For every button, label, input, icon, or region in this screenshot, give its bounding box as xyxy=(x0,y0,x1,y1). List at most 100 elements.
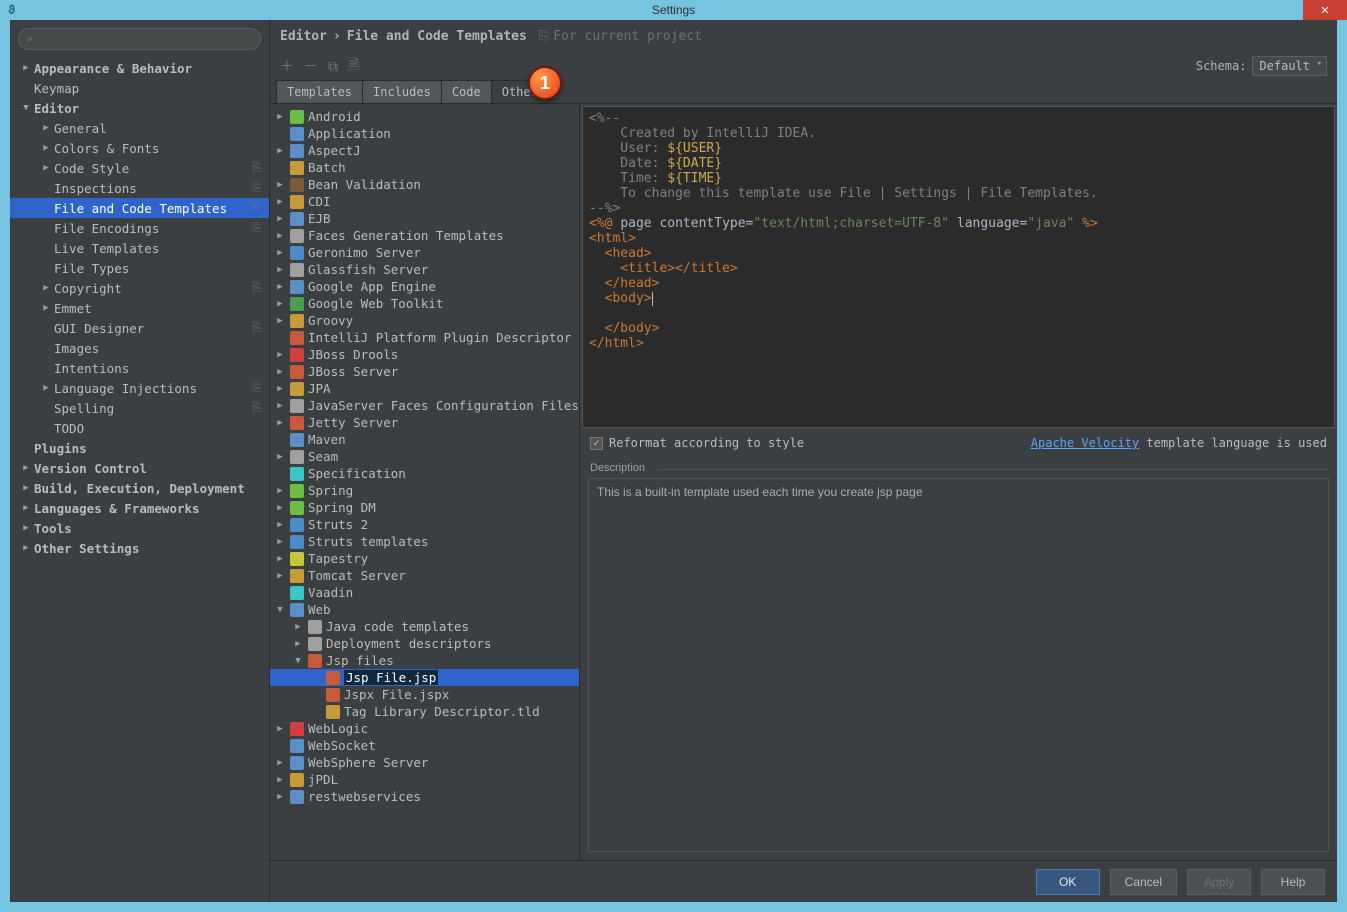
template-item[interactable]: ▶Tomcat Server xyxy=(270,567,579,584)
tab-code[interactable]: Code xyxy=(441,80,492,103)
schema-label: Schema: xyxy=(1196,59,1247,73)
template-item[interactable]: ▶JavaServer Faces Configuration Files xyxy=(270,397,579,414)
sidebar-item[interactable]: ▶Emmet xyxy=(10,298,269,318)
template-item[interactable]: ▶JPA xyxy=(270,380,579,397)
template-item[interactable]: ▼Jsp files xyxy=(270,652,579,669)
template-item[interactable]: Application xyxy=(270,125,579,142)
template-item[interactable]: ▶jPDL xyxy=(270,771,579,788)
template-item[interactable]: WebSocket xyxy=(270,737,579,754)
sidebar-item[interactable]: ▶Code Style⎘ xyxy=(10,158,269,178)
template-item[interactable]: ▶Jetty Server xyxy=(270,414,579,431)
template-item[interactable]: ▶JBoss Server xyxy=(270,363,579,380)
template-item[interactable]: ▶Tapestry xyxy=(270,550,579,567)
sidebar-item[interactable]: Spelling⎘ xyxy=(10,398,269,418)
code-editor[interactable]: <%-- Created by IntelliJ IDEA. User: ${U… xyxy=(582,106,1335,428)
callout-badge: 1 xyxy=(528,66,562,100)
sidebar-item[interactable]: ▶Copyright⎘ xyxy=(10,278,269,298)
template-item[interactable]: ▶Spring DM xyxy=(270,499,579,516)
copy-icon[interactable]: ⧉ xyxy=(328,58,338,75)
sidebar-item[interactable]: Live Templates xyxy=(10,238,269,258)
project-scope-icon: ⎘ xyxy=(252,161,261,175)
template-item[interactable]: IntelliJ Platform Plugin Descriptor xyxy=(270,329,579,346)
template-item[interactable]: ▶restwebservices xyxy=(270,788,579,805)
sidebar-item[interactable]: File and Code Templates⎘ xyxy=(10,198,269,218)
breadcrumb-a: Editor xyxy=(280,29,327,44)
sidebar-item[interactable]: TODO xyxy=(10,418,269,438)
template-item[interactable]: ▶Groovy xyxy=(270,312,579,329)
template-item[interactable]: Tag Library Descriptor.tld xyxy=(270,703,579,720)
project-scope-icon: ⎘ xyxy=(252,281,261,295)
sidebar-item[interactable]: ▶Colors & Fonts xyxy=(10,138,269,158)
sidebar-item[interactable]: Intentions xyxy=(10,358,269,378)
template-tree[interactable]: ▶AndroidApplication▶AspectJBatch▶Bean Va… xyxy=(270,104,580,860)
template-item[interactable]: ▼Web xyxy=(270,601,579,618)
template-item[interactable]: ▶Seam xyxy=(270,448,579,465)
sidebar-item[interactable]: File Types xyxy=(10,258,269,278)
ok-button[interactable]: OK xyxy=(1036,869,1100,895)
template-item[interactable]: ▶AspectJ xyxy=(270,142,579,159)
reformat-checkbox[interactable]: ✓ xyxy=(590,437,603,450)
sidebar-item[interactable]: ▶Appearance & Behavior xyxy=(10,58,269,78)
file-type-icon xyxy=(290,739,304,753)
sidebar-item[interactable]: ▶Languages & Frameworks xyxy=(10,498,269,518)
schema-dropdown[interactable]: Default xyxy=(1252,56,1327,76)
template-item[interactable]: ▶Spring xyxy=(270,482,579,499)
template-item[interactable]: ▶Glassfish Server xyxy=(270,261,579,278)
file-type-icon xyxy=(290,144,304,158)
file-type-icon xyxy=(290,722,304,736)
tab-includes[interactable]: Includes xyxy=(362,80,442,103)
template-item[interactable]: ▶Struts templates xyxy=(270,533,579,550)
sidebar-item[interactable]: ▶Language Injections⎘ xyxy=(10,378,269,398)
sidebar-item[interactable]: Plugins xyxy=(10,438,269,458)
template-item[interactable]: ▶WebSphere Server xyxy=(270,754,579,771)
template-item[interactable]: ▶WebLogic xyxy=(270,720,579,737)
sidebar-item[interactable]: Keymap xyxy=(10,78,269,98)
file-type-icon xyxy=(290,314,304,328)
project-scope-icon: ⎘ xyxy=(252,181,261,195)
template-item[interactable]: ▶Google Web Toolkit xyxy=(270,295,579,312)
template-item[interactable]: Maven xyxy=(270,431,579,448)
tab-templates[interactable]: Templates xyxy=(276,80,363,103)
cancel-button[interactable]: Cancel xyxy=(1110,869,1177,895)
template-item[interactable]: Batch xyxy=(270,159,579,176)
sidebar-item[interactable]: ▶Version Control xyxy=(10,458,269,478)
file-type-icon xyxy=(308,654,322,668)
sidebar-item[interactable]: Images xyxy=(10,338,269,358)
apply-button[interactable]: Apply xyxy=(1187,869,1251,895)
sidebar-item[interactable]: ▶Tools xyxy=(10,518,269,538)
template-item[interactable]: ▶CDI xyxy=(270,193,579,210)
template-item[interactable]: ▶Faces Generation Templates xyxy=(270,227,579,244)
template-item[interactable]: ▶Geronimo Server xyxy=(270,244,579,261)
sidebar-item[interactable]: ▶General xyxy=(10,118,269,138)
template-item[interactable]: ▶JBoss Drools xyxy=(270,346,579,363)
remove-icon[interactable]: － xyxy=(304,56,318,76)
template-item[interactable]: ▶Java code templates xyxy=(270,618,579,635)
sidebar-item[interactable]: ▶Other Settings xyxy=(10,538,269,558)
sidebar-item[interactable]: ▶Build, Execution, Deployment xyxy=(10,478,269,498)
add-icon[interactable]: ＋ xyxy=(280,56,294,76)
template-item[interactable]: ▶Struts 2 xyxy=(270,516,579,533)
template-item[interactable]: ▶Bean Validation xyxy=(270,176,579,193)
velocity-link[interactable]: Apache Velocity xyxy=(1031,436,1139,450)
chevron-icon: ▶ xyxy=(274,197,286,207)
template-item[interactable]: Jspx File.jspx xyxy=(270,686,579,703)
chevron-icon: ▶ xyxy=(40,123,52,133)
sidebar-item[interactable]: File Encodings⎘ xyxy=(10,218,269,238)
template-item[interactable]: ▶Android xyxy=(270,108,579,125)
template-item[interactable]: Jsp File.jsp xyxy=(270,669,579,686)
reset-icon[interactable]: 🗎 xyxy=(348,54,359,78)
template-item[interactable]: ▶Deployment descriptors xyxy=(270,635,579,652)
template-item[interactable]: ▶Google App Engine xyxy=(270,278,579,295)
help-button[interactable]: Help xyxy=(1261,869,1325,895)
sidebar-item[interactable]: ▼Editor xyxy=(10,98,269,118)
window-title: Settings xyxy=(652,3,695,17)
template-item[interactable]: ▶EJB xyxy=(270,210,579,227)
search-input[interactable]: ⌕ xyxy=(18,28,261,50)
sidebar-item[interactable]: Inspections⎘ xyxy=(10,178,269,198)
template-item[interactable]: Vaadin xyxy=(270,584,579,601)
close-button[interactable]: ✕ xyxy=(1303,0,1347,20)
template-item[interactable]: Specification xyxy=(270,465,579,482)
settings-tree[interactable]: ▶Appearance & BehaviorKeymap▼Editor▶Gene… xyxy=(10,56,269,902)
sidebar-item[interactable]: GUI Designer⎘ xyxy=(10,318,269,338)
chevron-icon: ▶ xyxy=(274,554,286,564)
